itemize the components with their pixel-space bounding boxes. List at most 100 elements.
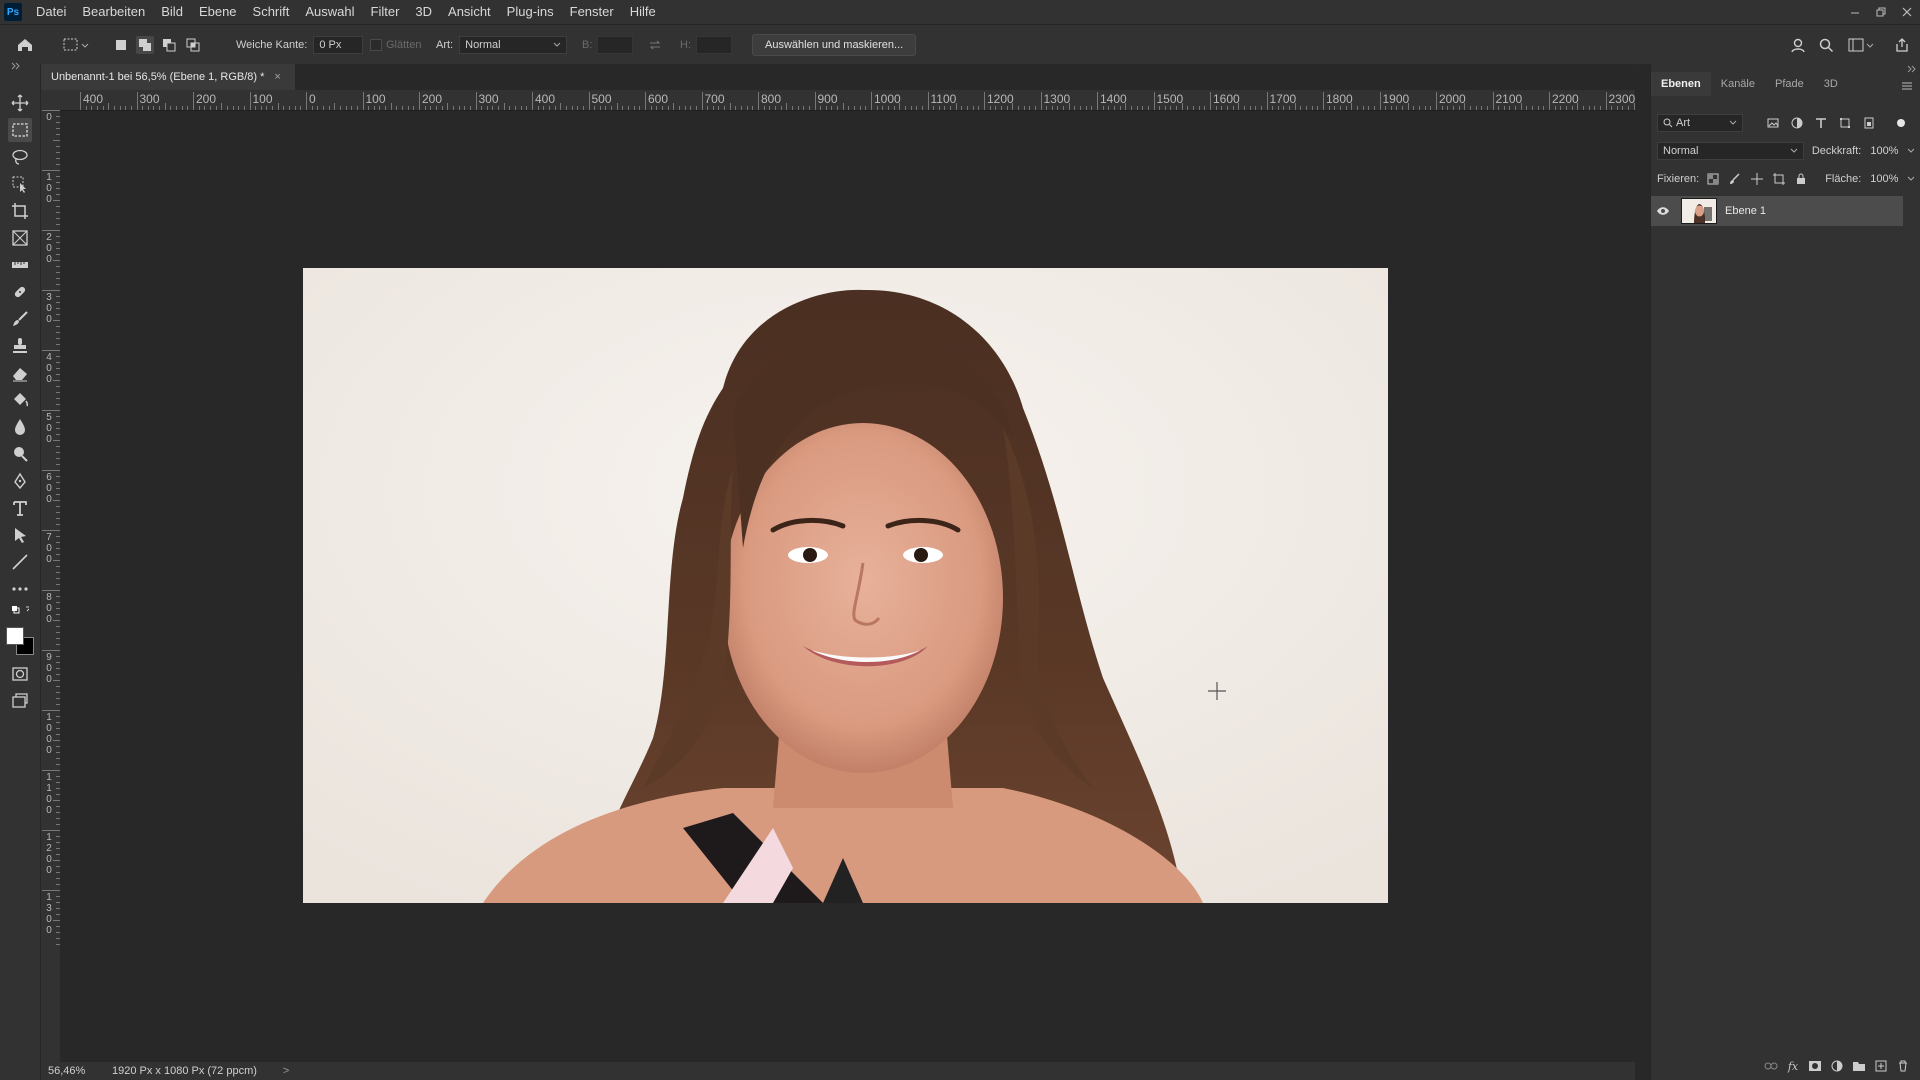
lock-artboard-icon[interactable]: [1771, 171, 1787, 187]
panel-menu-icon[interactable]: [1901, 80, 1913, 94]
tab-kanaele[interactable]: Kanäle: [1711, 72, 1765, 96]
more-tools-icon[interactable]: [8, 577, 32, 601]
layer-row[interactable]: Ebene 1: [1651, 196, 1903, 226]
ruler-minor-tick: [1520, 103, 1522, 110]
object-selection-tool-icon[interactable]: [8, 172, 32, 196]
ruler-label: 2000: [1439, 92, 1466, 106]
move-tool-icon[interactable]: [8, 91, 32, 115]
lock-all-icon[interactable]: [1793, 171, 1809, 187]
close-tab-icon[interactable]: ×: [274, 71, 280, 83]
filter-toggle[interactable]: [1897, 119, 1905, 127]
path-selection-tool-icon[interactable]: [8, 523, 32, 547]
document-tab[interactable]: Unbenannt-1 bei 56,5% (Ebene 1, RGB/8) *…: [41, 64, 295, 90]
search-icon: [1663, 118, 1673, 128]
blur-tool-icon[interactable]: [8, 415, 32, 439]
brush-tool-icon[interactable]: [8, 307, 32, 331]
tab-3d[interactable]: 3D: [1814, 72, 1848, 96]
menu-ansicht[interactable]: Ansicht: [440, 0, 499, 24]
subtract-selection-icon[interactable]: [160, 36, 178, 54]
filter-adjustment-icon[interactable]: [1789, 115, 1805, 131]
pen-tool-icon[interactable]: [8, 469, 32, 493]
new-group-icon[interactable]: [1851, 1058, 1867, 1074]
paint-bucket-tool-icon[interactable]: [8, 388, 32, 412]
ruler-minor-tick: [91, 106, 93, 110]
tab-pfade[interactable]: Pfade: [1765, 72, 1814, 96]
type-tool-icon[interactable]: [8, 496, 32, 520]
close-icon[interactable]: [1894, 0, 1920, 24]
layer-filter-select[interactable]: Art: [1657, 114, 1743, 132]
delete-layer-icon[interactable]: [1895, 1058, 1911, 1074]
menu-3d[interactable]: 3D: [407, 0, 440, 24]
lock-pixels-icon[interactable]: [1727, 171, 1743, 187]
filter-smartobject-icon[interactable]: [1861, 115, 1877, 131]
opacity-input[interactable]: 100%: [1865, 142, 1905, 160]
fx-icon[interactable]: fx: [1785, 1058, 1801, 1074]
document-image[interactable]: [303, 268, 1388, 903]
filter-pixel-icon[interactable]: [1765, 115, 1781, 131]
ruler-minor-tick: [1068, 103, 1070, 110]
menu-datei[interactable]: Datei: [28, 0, 74, 24]
lock-position-icon[interactable]: [1749, 171, 1765, 187]
eyedropper-ruler-tool-icon[interactable]: [8, 253, 32, 277]
collapse-chevrons-icon[interactable]: [8, 62, 32, 76]
swap-icon[interactable]: [648, 25, 662, 65]
add-mask-icon[interactable]: [1807, 1058, 1823, 1074]
quick-mask-icon[interactable]: [8, 662, 32, 686]
line-tool-icon[interactable]: [8, 550, 32, 574]
style-select[interactable]: Normal: [459, 36, 568, 54]
home-icon[interactable]: [16, 25, 34, 65]
zoom-level[interactable]: 56,46%: [48, 1065, 96, 1077]
blend-mode-select[interactable]: Normal: [1657, 142, 1804, 160]
share-user-icon[interactable]: [1790, 25, 1806, 65]
menu-bild[interactable]: Bild: [153, 0, 191, 24]
link-layers-icon[interactable]: [1763, 1058, 1779, 1074]
layer-visibility-eye-icon[interactable]: [1651, 206, 1675, 216]
select-and-mask-button[interactable]: Auswählen und maskieren...: [752, 34, 917, 56]
feather-input[interactable]: 0 Px: [313, 36, 364, 54]
minimize-icon[interactable]: [1842, 0, 1868, 24]
clone-stamp-tool-icon[interactable]: [8, 334, 32, 358]
frame-tool-icon[interactable]: [8, 226, 32, 250]
adjustment-layer-icon[interactable]: [1829, 1058, 1845, 1074]
screen-mode-icon[interactable]: [8, 689, 32, 713]
antialias-checkbox[interactable]: [370, 39, 382, 51]
menu-hilfe[interactable]: Hilfe: [622, 0, 664, 24]
filter-type-icon[interactable]: [1813, 115, 1829, 131]
new-selection-icon[interactable]: [112, 36, 130, 54]
eraser-tool-icon[interactable]: [8, 361, 32, 385]
fill-input[interactable]: 100%: [1865, 170, 1905, 188]
menu-schrift[interactable]: Schrift: [245, 0, 298, 24]
tab-ebenen[interactable]: Ebenen: [1651, 72, 1711, 96]
ruler-minor-tick: [503, 103, 505, 110]
menu-plugins[interactable]: Plug-ins: [499, 0, 562, 24]
foreground-color-swatch[interactable]: [6, 627, 24, 645]
lock-transparent-icon[interactable]: [1705, 171, 1721, 187]
new-layer-icon[interactable]: [1873, 1058, 1889, 1074]
dodge-tool-icon[interactable]: [8, 442, 32, 466]
healing-brush-tool-icon[interactable]: [8, 280, 32, 304]
add-selection-icon[interactable]: [136, 36, 154, 54]
menu-fenster[interactable]: Fenster: [562, 0, 622, 24]
marquee-preset-icon[interactable]: [62, 25, 90, 65]
search-icon[interactable]: [1818, 25, 1834, 65]
menu-bearbeiten[interactable]: Bearbeiten: [74, 0, 153, 24]
intersect-selection-icon[interactable]: [184, 36, 202, 54]
menu-filter[interactable]: Filter: [363, 0, 408, 24]
workspace-icon[interactable]: [1848, 25, 1874, 65]
lasso-tool-icon[interactable]: [8, 145, 32, 169]
height-input[interactable]: [696, 36, 732, 54]
layer-name[interactable]: Ebene 1: [1725, 205, 1766, 217]
ruler-minor-tick: [125, 106, 127, 110]
restore-icon[interactable]: [1868, 0, 1894, 24]
rectangular-marquee-tool-icon[interactable]: [8, 118, 32, 142]
menu-ebene[interactable]: Ebene: [191, 0, 245, 24]
filter-shape-icon[interactable]: [1837, 115, 1853, 131]
ruler-minor-tick: [1532, 106, 1534, 110]
width-input[interactable]: [597, 36, 634, 54]
crop-tool-icon[interactable]: [8, 199, 32, 223]
ruler-minor-tick: [673, 103, 675, 110]
share-export-icon[interactable]: [1894, 25, 1910, 65]
status-arrow-icon[interactable]: >: [283, 1065, 289, 1077]
default-colors-icon[interactable]: [8, 606, 32, 620]
menu-auswahl[interactable]: Auswahl: [297, 0, 362, 24]
